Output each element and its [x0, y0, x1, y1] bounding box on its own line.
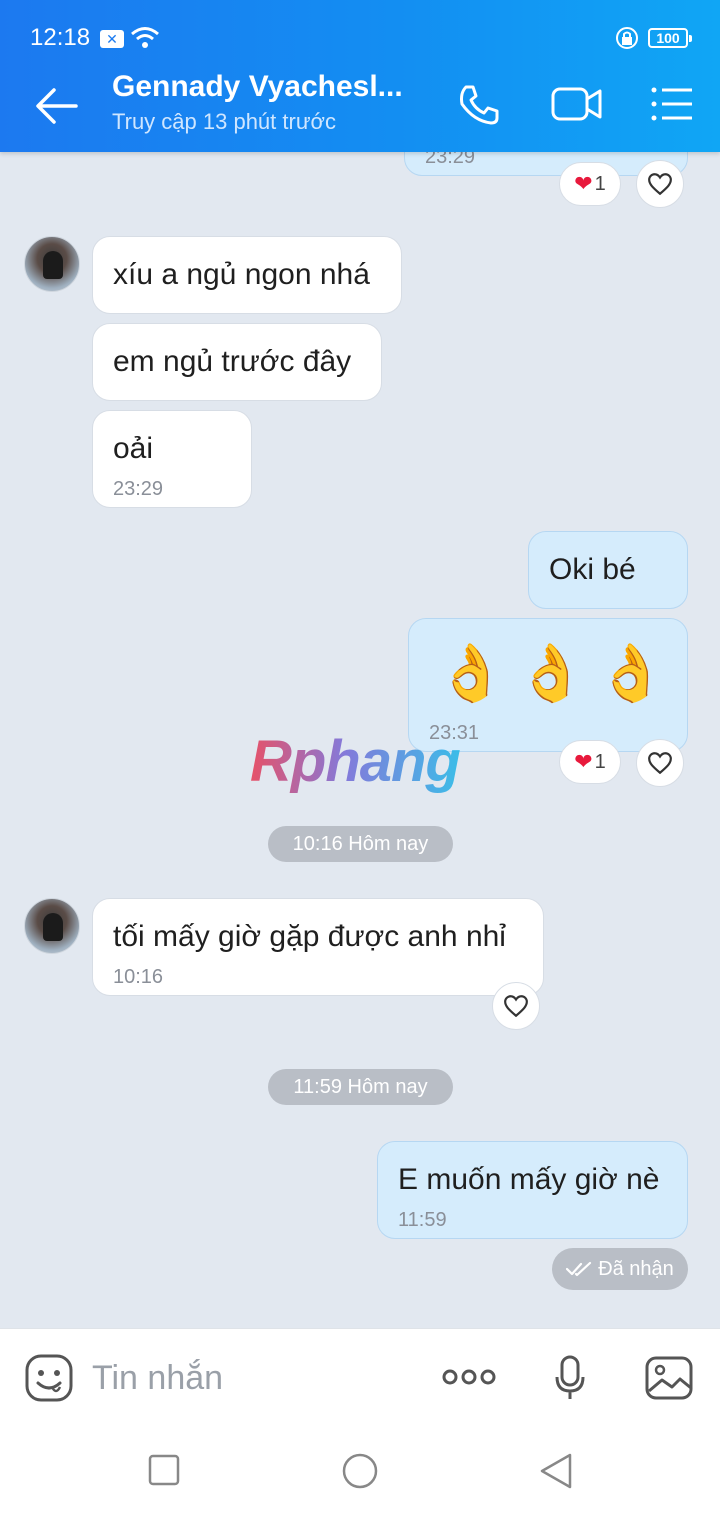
delivery-status-badge: Đã nhận: [552, 1248, 688, 1290]
back-nav-icon[interactable]: [538, 1452, 574, 1490]
last-seen-status: Truy cập 13 phút trước: [112, 109, 336, 134]
message-bubble-incoming[interactable]: tối mấy giờ gặp được anh nhỉ 10:16: [92, 898, 544, 996]
watermark-logo: Rphang: [250, 729, 461, 794]
reaction-count: 1: [594, 750, 606, 773]
heart-outline-icon: [648, 752, 672, 775]
app-header: 12:18 ✕ 100 Gennady Vyachesl... Truy cập…: [0, 0, 720, 152]
date-divider: 10:16 Hôm nay: [268, 826, 453, 862]
phone-icon[interactable]: [456, 82, 502, 128]
message-time: 11:59: [398, 1209, 447, 1231]
message-text: oải: [113, 432, 154, 465]
message-text: Oki bé: [549, 553, 636, 586]
system-navigation-bar: [0, 1424, 720, 1520]
back-arrow-icon[interactable]: [32, 84, 80, 128]
reaction-count: 1: [594, 172, 606, 195]
menu-list-icon[interactable]: [650, 84, 694, 124]
delivery-status-text: Đã nhận: [598, 1257, 674, 1280]
message-bubble-incoming[interactable]: em ngủ trước đây: [92, 323, 382, 401]
sticker-icon[interactable]: [24, 1353, 74, 1403]
more-options-icon[interactable]: [442, 1367, 496, 1387]
message-input[interactable]: Tin nhắn: [92, 1359, 223, 1398]
wifi-icon: [131, 27, 159, 48]
message-bubble-outgoing[interactable]: Oki bé: [528, 531, 688, 609]
rotation-lock-icon: [616, 27, 638, 49]
reaction-count-badge[interactable]: ❤ 1: [559, 740, 621, 784]
microphone-icon[interactable]: [554, 1355, 586, 1401]
heart-filled-icon: ❤: [574, 749, 593, 774]
date-divider: 11:59 Hôm nay: [268, 1069, 453, 1105]
contact-avatar[interactable]: [24, 898, 80, 954]
contact-name[interactable]: Gennady Vyachesl...: [112, 70, 403, 104]
message-text: em ngủ trước đây: [113, 345, 352, 378]
home-icon[interactable]: [341, 1452, 379, 1490]
message-bubble-outgoing[interactable]: E muốn mấy giờ nè 11:59: [377, 1141, 688, 1239]
heart-outline-icon: [504, 995, 528, 1018]
image-gallery-icon[interactable]: [644, 1355, 694, 1401]
reaction-count-badge[interactable]: ❤ 1: [559, 162, 621, 206]
message-input-bar: Tin nhắn: [0, 1328, 720, 1424]
notification-x-icon: ✕: [100, 30, 124, 48]
ok-hand-emoji: 👌: [436, 641, 506, 704]
message-text: xíu a ngủ ngon nhá: [113, 258, 370, 291]
message-text: tối mấy giờ gặp được anh nhỉ: [113, 920, 506, 953]
message-time: 23:29: [113, 478, 164, 500]
recent-apps-icon[interactable]: [148, 1454, 180, 1486]
react-heart-button[interactable]: [636, 160, 684, 208]
react-heart-button[interactable]: [492, 982, 540, 1030]
status-bar: 12:18 ✕ 100: [0, 0, 720, 58]
video-call-icon[interactable]: [550, 84, 604, 124]
message-text: E muốn mấy giờ nè: [398, 1163, 660, 1196]
double-check-icon: [566, 1261, 592, 1277]
status-time: 12:18: [30, 24, 91, 51]
ok-hand-emoji: 👌: [596, 641, 666, 704]
ok-hand-emoji: 👌: [516, 641, 586, 704]
contact-avatar[interactable]: [24, 236, 80, 292]
heart-filled-icon: ❤: [574, 171, 593, 196]
battery-indicator: 100: [648, 28, 692, 48]
heart-outline-icon: [648, 173, 672, 196]
chat-area[interactable]: 23:29 ❤ 1 xíu a ngủ ngon nhá em ngủ trướ…: [0, 0, 720, 1328]
message-time: 10:16: [113, 966, 164, 988]
message-bubble-incoming[interactable]: oải 23:29: [92, 410, 252, 508]
message-bubble-incoming[interactable]: xíu a ngủ ngon nhá: [92, 236, 402, 314]
react-heart-button[interactable]: [636, 739, 684, 787]
